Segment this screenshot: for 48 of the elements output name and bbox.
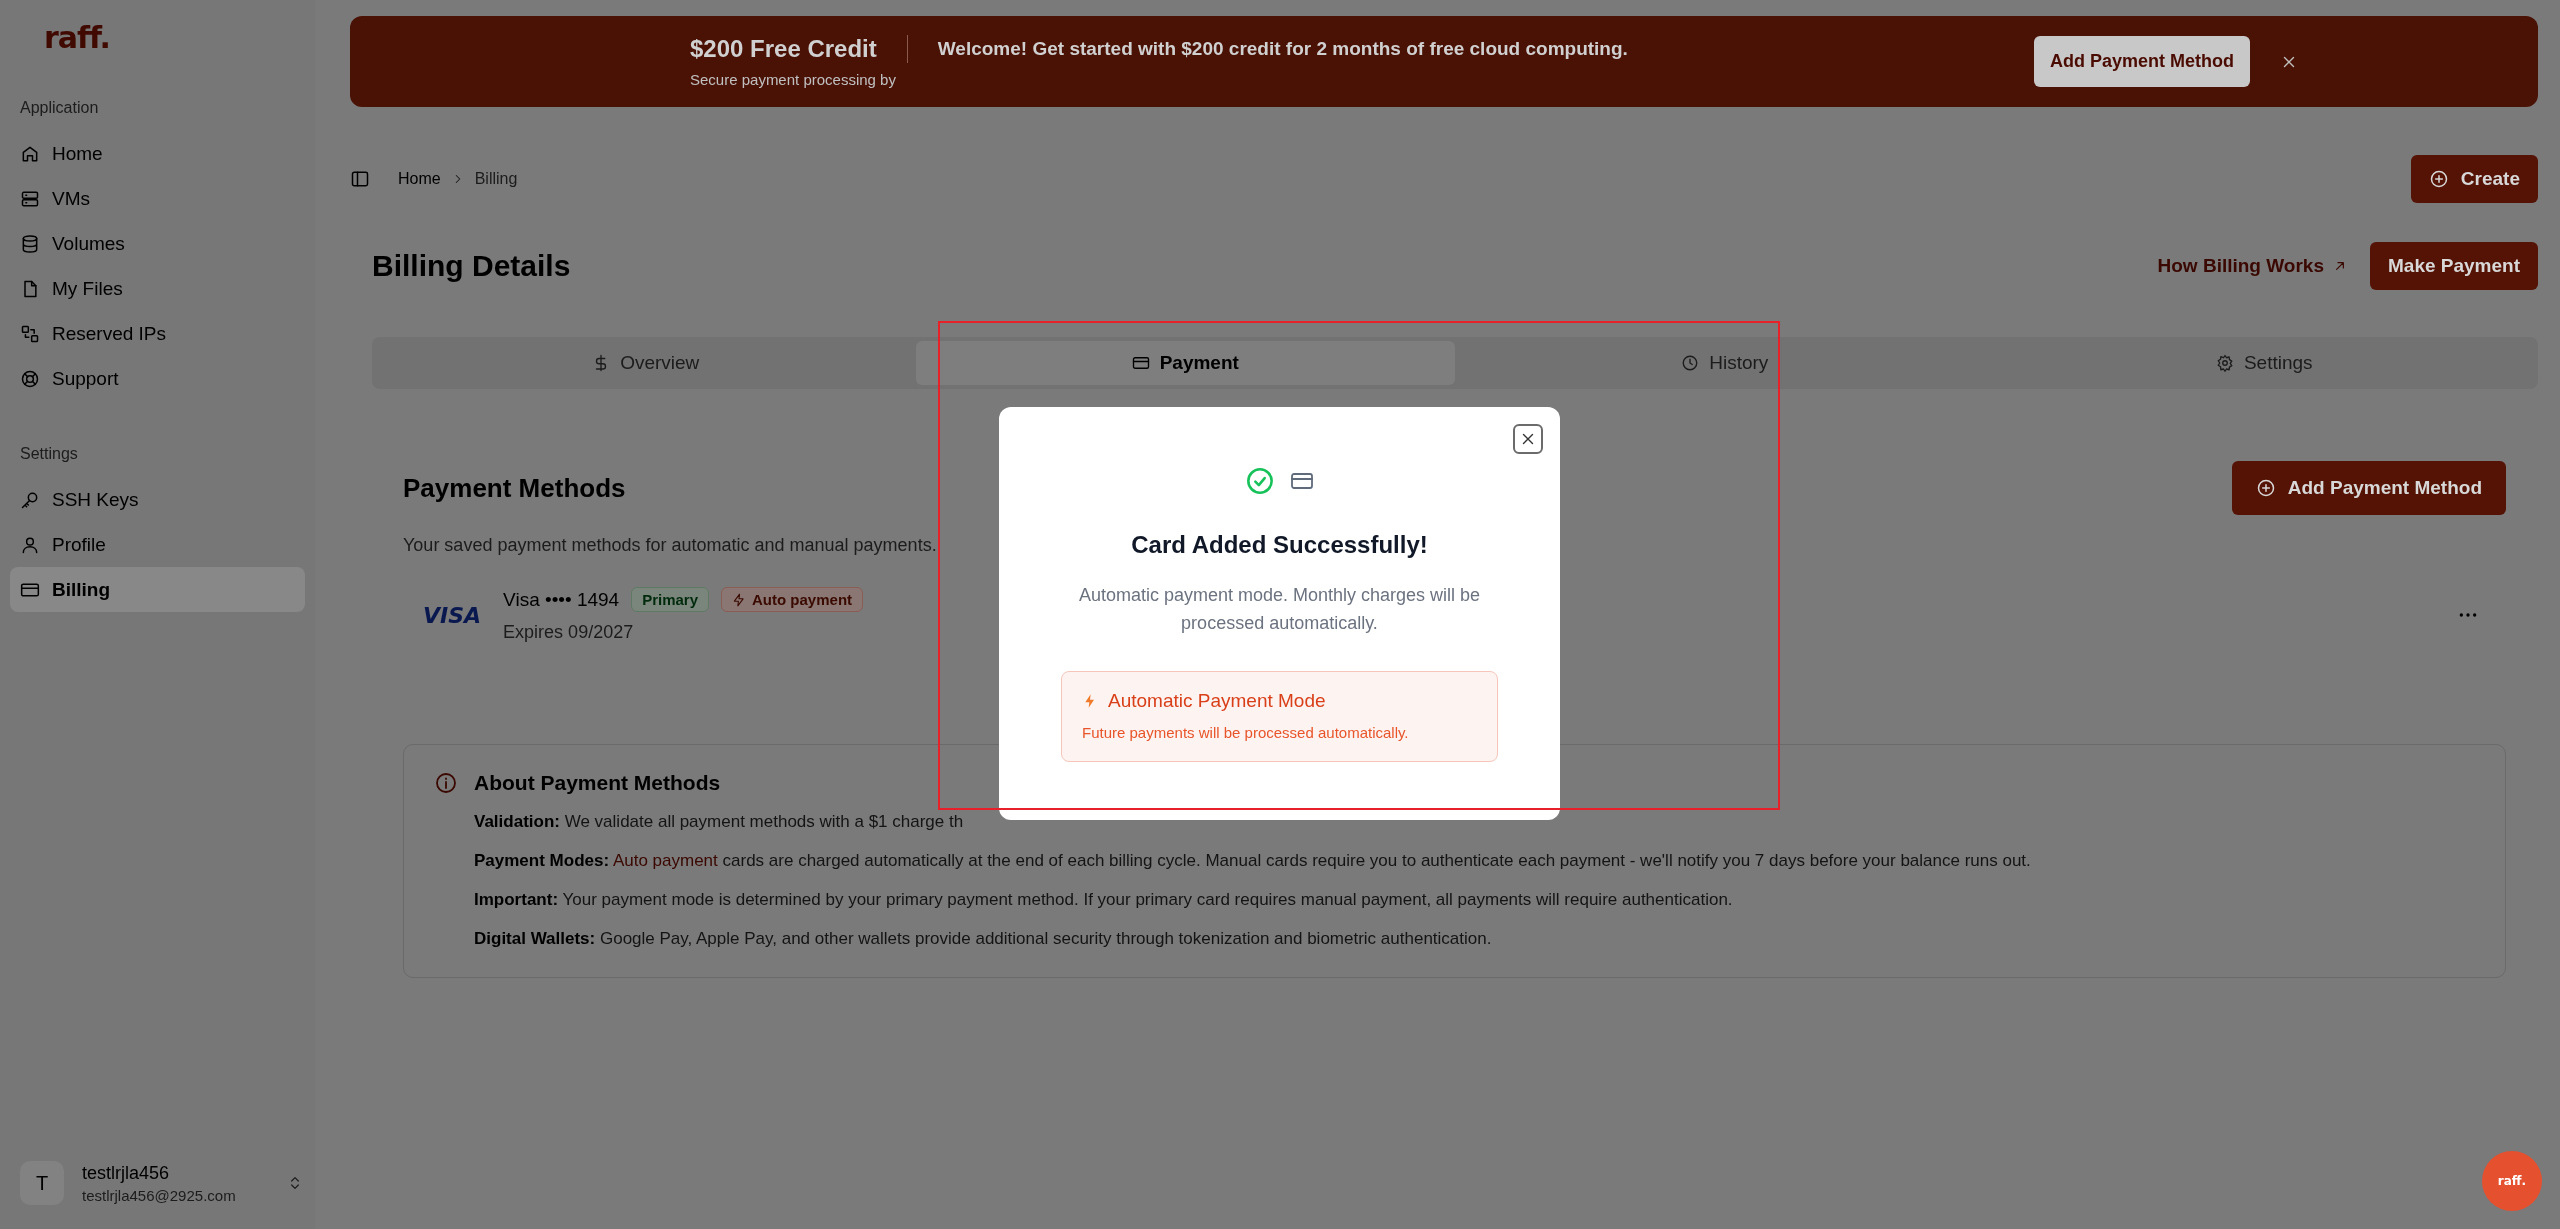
- page-title: Billing Details: [372, 249, 571, 283]
- info-paragraph: Payment Modes: Auto payment cards are charged automatically at the end of each billing cycle. Manual cards require you to authenticate each payment - we'll notify you 7 days before your balance runs out.: [474, 850, 2032, 872]
- how-billing-works-link[interactable]: How Billing Works: [2157, 255, 2348, 277]
- card-number: Visa •••• 1494: [503, 588, 620, 611]
- sidebar-item[interactable]: Reserved IPs: [10, 311, 305, 356]
- info-panel-title: About Payment Methods: [474, 771, 721, 795]
- info-paragraph: Digital Wallets: Google Pay, Apple Pay, and other wallets provide additional security through tokenization and biometric authentication.: [474, 928, 1493, 950]
- sidebar-item[interactable]: SSH Keys: [10, 477, 305, 522]
- dialog-message: Automatic payment mode. Monthly charges will be processed automatically.: [1077, 584, 1482, 635]
- sidebar-item[interactable]: My Files: [10, 266, 305, 311]
- make-payment-button[interactable]: Make Payment: [2370, 242, 2538, 290]
- user-name: testlrjla456: [82, 1162, 171, 1184]
- info-paragraph: Validation: We validate all payment methods with a $1 charge th: [474, 811, 965, 833]
- tab[interactable]: Overview: [376, 341, 916, 385]
- sidebar-item[interactable]: Volumes: [10, 221, 305, 266]
- chat-button[interactable]: raff.: [2482, 1151, 2542, 1211]
- status-badge: Auto payment: [721, 587, 864, 612]
- create-button[interactable]: Create: [2410, 155, 2538, 203]
- add-payment-method-button[interactable]: Add Payment Method: [2231, 461, 2506, 515]
- sidebar-item[interactable]: Billing: [10, 567, 305, 612]
- user-email: testlrjla456@2925.com: [82, 1186, 237, 1204]
- dialog-title: Card Added Successfully!: [1131, 531, 1428, 559]
- banner-title: $200 Free Credit: [690, 35, 908, 63]
- banner-note: Secure payment processing by: [690, 71, 897, 88]
- sidebar-item[interactable]: Profile: [10, 522, 305, 567]
- add-payment-method-button[interactable]: Add Payment Method: [2034, 36, 2250, 87]
- user-menu[interactable]: T testlrjla456 testlrjla456@2925.com: [20, 1161, 303, 1205]
- logo: raff.: [44, 20, 110, 55]
- sidebar-item[interactable]: Support: [10, 356, 305, 401]
- notice-text: Future payments will be processed automatically.: [1082, 724, 1410, 741]
- tab[interactable]: Payment: [915, 341, 1455, 385]
- card-brand-logo: VISA: [423, 602, 482, 628]
- sidebar-section-heading: Application: [20, 99, 99, 117]
- section-title: Payment Methods: [403, 472, 626, 504]
- info-paragraph: Important: Your payment mode is determined by your primary payment method. If your primary card requires manual payment, all payments will require authentication.: [474, 889, 1734, 911]
- status-badge: Primary: [631, 587, 710, 612]
- sidebar-section-heading: Settings: [20, 445, 78, 463]
- card-expiry: Expires 09/2027: [503, 622, 635, 643]
- tab[interactable]: Settings: [1994, 341, 2534, 385]
- sidebar-item[interactable]: Home: [10, 131, 305, 176]
- sidebar-item[interactable]: VMs: [10, 176, 305, 221]
- banner-message: Welcome! Get started with $200 credit for 2 months of free cloud computing.: [937, 38, 1628, 60]
- breadcrumb-item[interactable]: Home: [398, 170, 441, 188]
- section-description: Your saved payment methods for automatic and manual payments.: [403, 535, 937, 556]
- notice-title: Automatic Payment Mode: [1108, 690, 1326, 712]
- avatar: T: [20, 1161, 64, 1205]
- breadcrumb-item: Billing: [474, 170, 518, 188]
- tab[interactable]: History: [1455, 341, 1995, 385]
